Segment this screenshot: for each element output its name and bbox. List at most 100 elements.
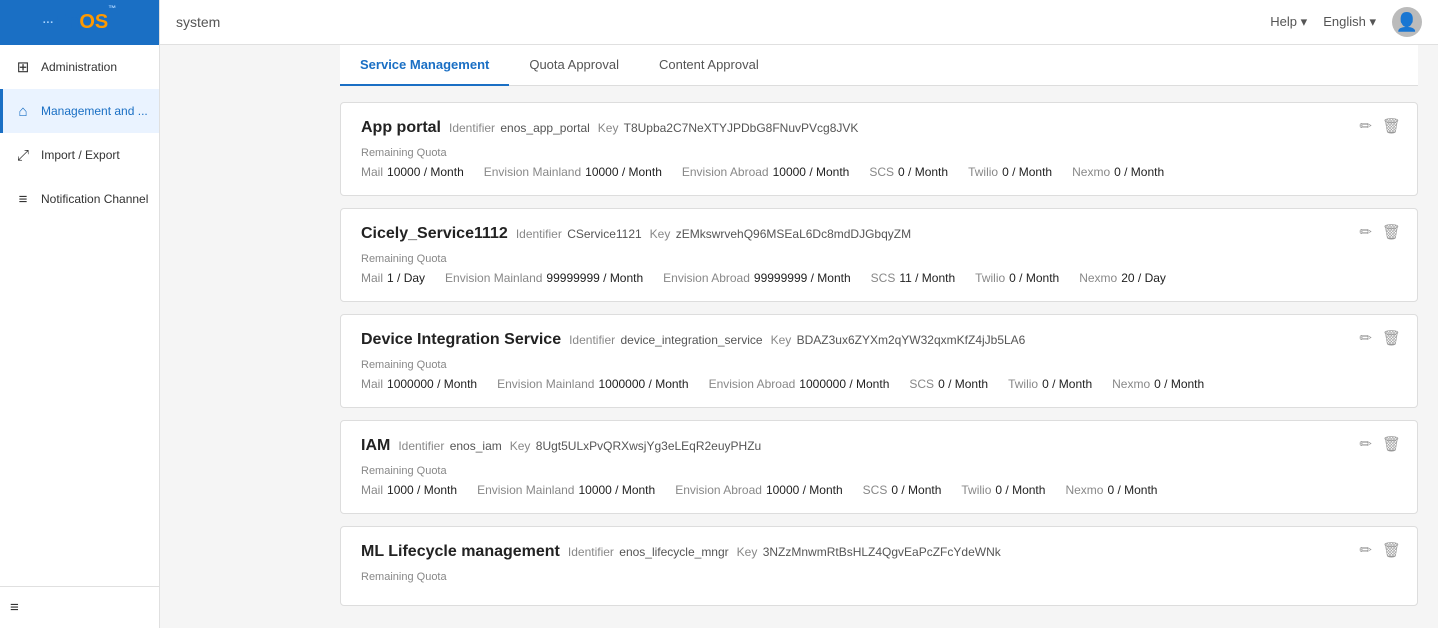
quota-item: SCS 0 / Month	[909, 377, 988, 391]
help-menu[interactable]: Help ▾	[1270, 14, 1307, 30]
card-cicely-service: Cicely_Service1112 Identifier CService11…	[340, 208, 1418, 302]
sidebar-item-import-export[interactable]: ⤢ Import / Export	[0, 133, 159, 177]
quota-item-label: Twilio	[975, 271, 1005, 285]
sidebar-label-management: Management and ...	[41, 104, 148, 118]
menu-icon: ≡	[10, 599, 19, 616]
edit-icon[interactable]: ✏	[1359, 435, 1372, 453]
card-identifier-group: Identifier enos_iam	[398, 439, 501, 453]
card-identifier-group: Identifier CService1121	[516, 227, 642, 241]
logo-brand: En	[54, 11, 80, 34]
tab-bar: Service ManagementQuota ApprovalContent …	[340, 45, 1418, 86]
card-device-integration: Device Integration Service Identifier de…	[340, 314, 1418, 408]
sidebar-item-management[interactable]: ⌂ Management and ...	[0, 89, 159, 133]
quota-item-value: 0 / Month	[1114, 165, 1164, 179]
card-key-group: Key BDAZ3ux6ZYXm2qYW32qxmKfZ4jJb5LA6	[771, 333, 1026, 347]
cards-list: App portal Identifier enos_app_portal Ke…	[340, 102, 1418, 606]
quota-section: Remaining Quota Mail 1 / Day Envision Ma…	[361, 253, 1397, 285]
quota-item-label: Nexmo	[1072, 165, 1110, 179]
quota-label: Remaining Quota	[361, 253, 1397, 265]
quota-item-value: 1000000 / Month	[799, 377, 889, 391]
quota-item: Envision Mainland 99999999 / Month	[445, 271, 643, 285]
delete-icon[interactable]: 🗑	[1382, 117, 1401, 135]
quota-item-value: 10000 / Month	[585, 165, 662, 179]
edit-icon[interactable]: ✏	[1359, 541, 1372, 559]
card-title: Cicely_Service1112	[361, 225, 508, 243]
quota-item: Envision Abroad 10000 / Month	[675, 483, 842, 497]
quota-item-value: 1000000 / Month	[598, 377, 688, 391]
sidebar-bottom-menu[interactable]: ≡	[0, 586, 159, 628]
delete-icon[interactable]: 🗑	[1382, 223, 1401, 241]
delete-icon[interactable]: 🗑	[1382, 541, 1401, 559]
sidebar-icon-management: ⌂	[13, 101, 33, 121]
card-actions: ✏ 🗑	[1359, 541, 1401, 559]
quota-item-value: 1 / Day	[387, 271, 425, 285]
quota-item-value: 0 / Month	[1154, 377, 1204, 391]
quota-item-label: Envision Mainland	[497, 377, 594, 391]
key-label: Key	[650, 227, 671, 241]
quota-item-value: 20 / Day	[1121, 271, 1166, 285]
tab-service-management[interactable]: Service Management	[340, 45, 509, 86]
sidebar-item-notification[interactable]: ≡ Notification Channel	[0, 177, 159, 221]
sidebar-label-administration: Administration	[41, 60, 117, 74]
edit-icon[interactable]: ✏	[1359, 117, 1372, 135]
quota-item-label: Twilio	[961, 483, 991, 497]
quota-item: Nexmo 0 / Month	[1072, 165, 1164, 179]
quota-item-label: Envision Mainland	[477, 483, 574, 497]
card-actions: ✏ 🗑	[1359, 329, 1401, 347]
sidebar-label-import-export: Import / Export	[41, 148, 120, 162]
quota-item-value: 10000 / Month	[766, 483, 843, 497]
delete-icon[interactable]: 🗑	[1382, 435, 1401, 453]
language-menu[interactable]: English ▾	[1323, 14, 1376, 30]
user-avatar[interactable]: 👤	[1392, 7, 1422, 37]
quota-item: Envision Mainland 1000000 / Month	[497, 377, 688, 391]
quota-item: SCS 0 / Month	[863, 483, 942, 497]
quota-item: Mail 1 / Day	[361, 271, 425, 285]
identifier-label: Identifier	[398, 439, 444, 453]
quota-item-label: Envision Abroad	[709, 377, 796, 391]
card-iam: IAM Identifier enos_iam Key 8Ugt5ULxPvQR…	[340, 420, 1418, 514]
quota-section: Remaining Quota Mail 1000000 / Month Env…	[361, 359, 1397, 391]
quota-row: Mail 1000000 / Month Envision Mainland 1…	[361, 377, 1397, 391]
card-title: Device Integration Service	[361, 331, 561, 349]
card-identifier-group: Identifier enos_app_portal	[449, 121, 590, 135]
card-title: App portal	[361, 119, 441, 137]
logo-brand2: OS	[79, 11, 108, 34]
identifier-value: device_integration_service	[620, 333, 762, 347]
edit-icon[interactable]: ✏	[1359, 223, 1372, 241]
card-actions: ✏ 🗑	[1359, 223, 1401, 241]
edit-icon[interactable]: ✏	[1359, 329, 1372, 347]
quota-row: Mail 1 / Day Envision Mainland 99999999 …	[361, 271, 1397, 285]
identifier-value: CService1121	[567, 227, 641, 241]
quota-label: Remaining Quota	[361, 359, 1397, 371]
avatar-icon: 👤	[1396, 12, 1418, 33]
quota-section: Remaining Quota Mail 1000 / Month Envisi…	[361, 465, 1397, 497]
sidebar-label-notification: Notification Channel	[41, 192, 148, 206]
card-identifier-group: Identifier enos_lifecycle_mngr	[568, 545, 729, 559]
help-label: Help	[1270, 14, 1297, 29]
tab-content-approval[interactable]: Content Approval	[639, 45, 779, 86]
quota-item-value: 0 / Month	[891, 483, 941, 497]
sidebar: ··· EnOS ™ ⊞ Administration ⌂ Management…	[0, 0, 160, 628]
key-value: 3NZzMnwmRtBsHLZ4QgvEaPcZFcYdeWNk	[763, 545, 1001, 559]
topbar-right: Help ▾ English ▾ 👤	[1270, 7, 1422, 37]
card-title: IAM	[361, 437, 390, 455]
delete-icon[interactable]: 🗑	[1382, 329, 1401, 347]
key-label: Key	[737, 545, 758, 559]
quota-item-value: 0 / Month	[1042, 377, 1092, 391]
quota-item: Envision Abroad 10000 / Month	[682, 165, 849, 179]
quota-item-label: Envision Abroad	[682, 165, 769, 179]
card-key-group: Key T8Upba2C7NeXTYJPDbG8FNuvPVcg8JVK	[598, 121, 859, 135]
quota-item-value: 0 / Month	[938, 377, 988, 391]
tab-quota-approval[interactable]: Quota Approval	[509, 45, 639, 86]
quota-item: Mail 1000 / Month	[361, 483, 457, 497]
sidebar-item-administration[interactable]: ⊞ Administration	[0, 45, 159, 89]
quota-item-label: Twilio	[1008, 377, 1038, 391]
main-content: Service ManagementQuota ApprovalContent …	[320, 45, 1438, 628]
quota-item-label: Mail	[361, 271, 383, 285]
quota-item-label: Mail	[361, 165, 383, 179]
logo-tm: ™	[108, 4, 116, 13]
quota-item: Twilio 0 / Month	[975, 271, 1059, 285]
key-label: Key	[598, 121, 619, 135]
quota-item: Nexmo 20 / Day	[1079, 271, 1166, 285]
quota-item-label: Envision Mainland	[484, 165, 581, 179]
